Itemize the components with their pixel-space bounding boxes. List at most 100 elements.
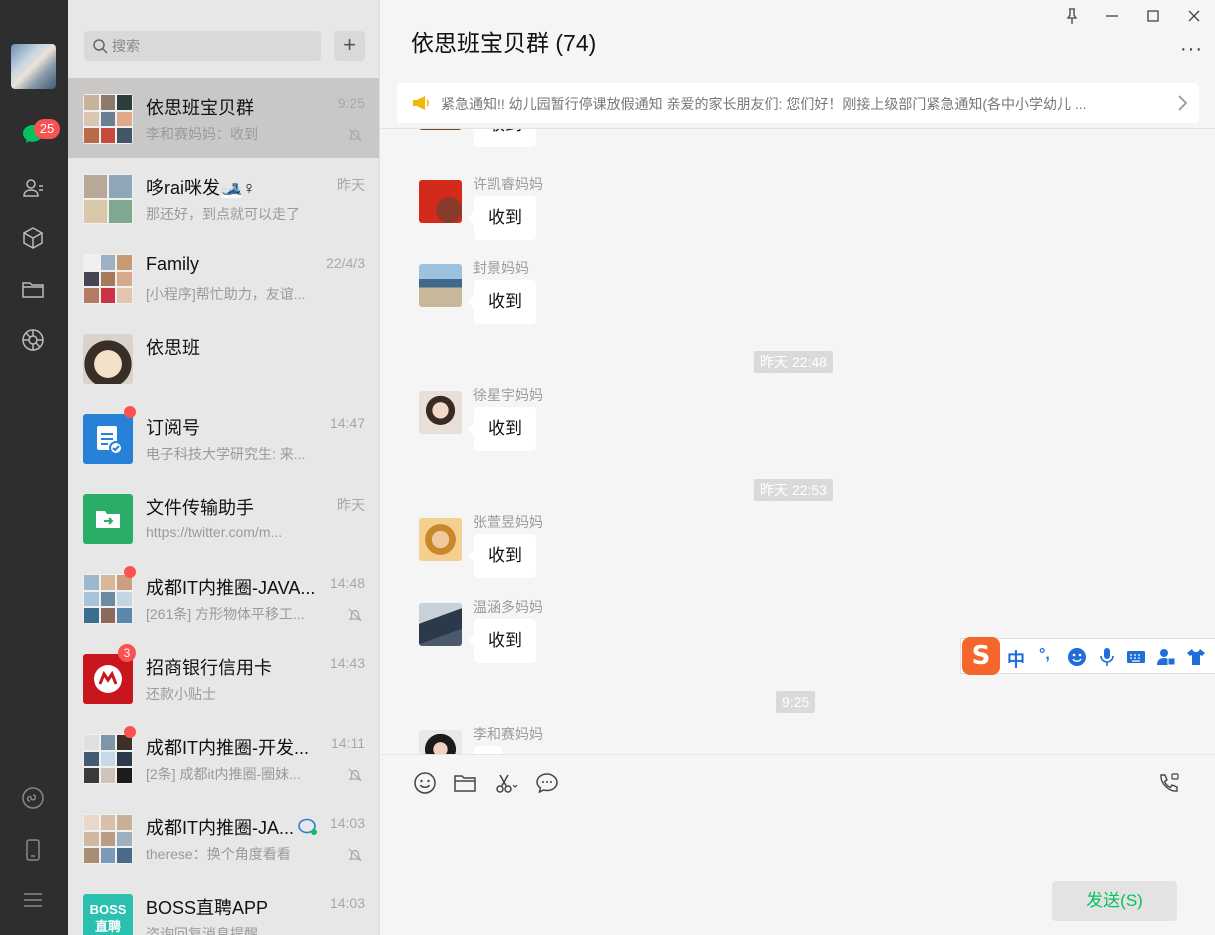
close-icon[interactable] [1184,6,1204,26]
chat-time: 14:47 [329,415,365,431]
miniprogram-icon[interactable] [20,785,46,811]
sogou-logo[interactable]: S [962,637,1000,675]
chat-preview: 电子科技大学研究生: 来... [146,446,306,462]
message-bubble[interactable]: 收到 [468,280,536,324]
chat-preview: therese：换个角度看看 [146,846,291,862]
chat-time: 14:03 [329,815,365,831]
sender-name: 许凯睿妈妈 [473,176,543,192]
timestamp: 9:25 [776,691,816,713]
message-bubble[interactable]: 收到 [468,534,536,578]
chat-preview: [小程序]帮忙助力，友谊... [146,286,306,302]
ime-voice-icon[interactable] [1097,647,1117,667]
chat-row[interactable]: 订阅号 14:47 电子科技大学研究生: 来... [68,398,379,478]
ime-punctuation-toggle[interactable]: °, [1039,646,1050,664]
ime-user-icon[interactable] [1156,647,1176,667]
moments-icon[interactable] [20,327,46,353]
sender-avatar [419,730,462,754]
chat-row[interactable]: 依思班宝贝群 9:25 李和赛妈妈：收到 [68,78,379,158]
chat-time: 22/4/3 [326,255,365,271]
ime-language-toggle[interactable]: 中 [1007,646,1025,672]
message-bubble[interactable]: 收到 [468,196,536,240]
group-avatar [83,254,133,304]
unread-badge: 25 [34,119,60,139]
message-bubble[interactable]: 收到 [468,619,536,663]
search-input[interactable] [112,31,312,61]
screenshot-icon[interactable] [494,771,518,795]
chat-time: 昨天 [337,497,365,513]
ime-toolbar: S 中 °, [960,637,1215,675]
sender-name: 温涵多妈妈 [473,599,543,615]
search-icon [93,39,108,54]
contacts-icon[interactable] [20,175,46,201]
phone-icon[interactable] [20,837,46,863]
chat-title: 文件传输助手 [146,498,254,518]
group-avatar [83,94,133,144]
file-icon[interactable] [453,771,477,795]
message-bubble[interactable] [474,746,502,754]
chat-time: 14:03 [329,895,365,911]
chat-title: 依思班宝贝群 [146,98,254,118]
chat-row[interactable]: 依思班 [68,318,379,398]
chat-row[interactable]: BOSS 直聘 BOSS直聘APP 14:03 咨询回复消息提醒 [68,878,379,935]
sender-avatar [419,603,462,646]
sender-name: 李和赛妈妈 [473,726,543,742]
chat-preview: 咨询回复消息提醒 [146,926,258,935]
user-avatar[interactable] [11,44,56,89]
chat-row[interactable]: Family 22/4/3 [小程序]帮忙助力，友谊... [68,238,379,318]
group-avatar [83,174,133,224]
chat-title: 依思班 [146,338,200,358]
message-bubble[interactable]: 收到 [468,129,536,147]
group-avatar [83,734,133,784]
sender-name: 张萱昱妈妈 [473,514,543,530]
chat-title: 招商银行信用卡 [146,658,272,678]
chat-history-icon[interactable] [535,771,559,795]
sender-avatar [419,129,462,130]
unread-dot [124,566,136,578]
chat-row[interactable]: 哆rai咪发🎿♀ 昨天 那还好，到点就可以走了 [68,158,379,238]
ime-keyboard-icon[interactable] [1126,647,1146,667]
minimize-icon[interactable] [1102,6,1122,26]
megaphone-icon [413,96,429,110]
favorites-icon[interactable] [20,225,46,251]
emoji-icon[interactable] [413,771,437,795]
folder-icon[interactable] [20,276,46,302]
chat-time: 14:43 [329,655,365,671]
notice-text: 紧急通知!! 幼儿园暂行停课放假通知 亲爱的家长朋友们: 您们好！刚接上级部门紧… [441,96,1087,112]
mute-icon [348,768,362,782]
maximize-icon[interactable] [1143,6,1163,26]
search-box[interactable] [84,31,321,61]
pin-icon[interactable] [1062,6,1082,26]
more-button[interactable]: ··· [1180,38,1203,61]
chat-row[interactable]: 3 招商银行信用卡 14:43 还款小贴士 [68,638,379,718]
chat-row[interactable]: 成都IT内推圈-JAVA... 14:48 [261条] 方形物体平移工... [68,558,379,638]
group-notice-bar[interactable]: 紧急通知!! 幼儿园暂行停课放假通知 亲爱的家长朋友们: 您们好！刚接上级部门紧… [397,83,1199,123]
send-button[interactable]: 发送(S) [1052,881,1177,921]
subscription-avatar [83,414,133,464]
chat-time: 14:48 [329,575,365,591]
sender-name: 封景妈妈 [473,260,529,276]
chat-list-panel: + 依思班宝贝群 9:25 李和赛妈妈：收到 [68,0,380,935]
voice-call-icon[interactable] [1157,771,1181,795]
message-bubble[interactable]: 收到 [468,407,536,451]
contact-avatar [83,334,133,384]
chat-row[interactable]: 文件传输助手 昨天 https://twitter.com/m... [68,478,379,558]
ime-emoji-icon[interactable] [1067,647,1087,667]
sender-avatar [419,391,462,434]
chat-preview: 李和赛妈妈：收到 [146,126,258,142]
chat-time: 昨天 [337,177,365,193]
chat-title: BOSS直聘APP [146,898,269,918]
composer: 发送(S) [381,754,1215,935]
sender-name: 徐星宇妈妈 [473,387,543,403]
chevron-right-icon[interactable] [1175,93,1189,113]
group-avatar [83,574,133,624]
sender-avatar [419,264,462,307]
chat-preview: 那还好，到点就可以走了 [146,206,300,222]
nav-rail: 25 [0,0,68,935]
menu-icon[interactable] [20,887,46,913]
chat-row[interactable]: 成都IT内推圈-JA... 14:03 therese：换个角度看看 [68,798,379,878]
chat-row[interactable]: 成都IT内推圈-开发... 14:11 [2条] 成都it内推圈-圈妹... [68,718,379,798]
add-button[interactable]: + [334,31,365,61]
chat-window: 依思班宝贝群 (74) ··· 紧急通知!! 幼儿园暂行停课放假通知 亲爱的家长… [381,0,1215,935]
ime-skin-icon[interactable] [1186,647,1206,667]
chat-preview: [261条] 方形物体平移工... [146,606,305,622]
